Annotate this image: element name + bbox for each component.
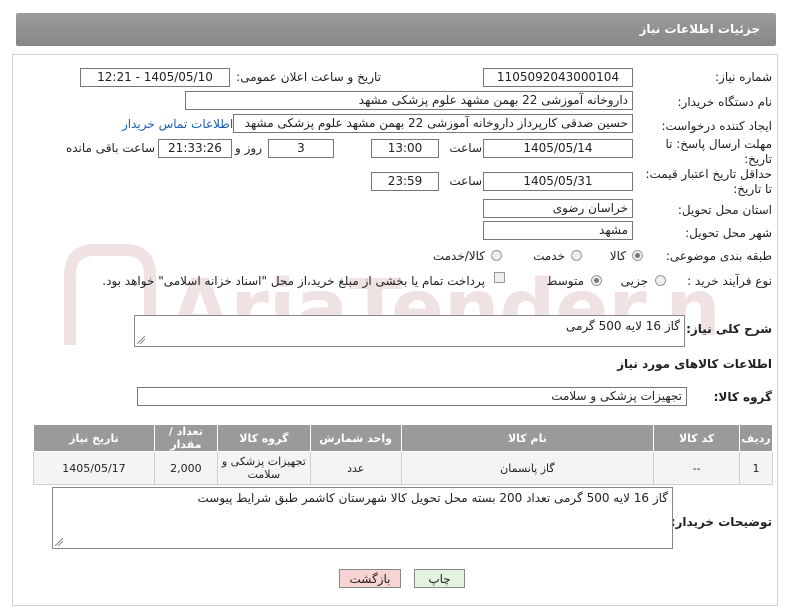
treasury-payment-checkbox[interactable] [494,272,505,283]
print-button[interactable]: چاپ [414,569,465,588]
price-valid-time-label: ساعت [449,174,482,188]
col-unit: واحد شمارش [309,424,402,452]
goods-section-title: اطلاعات کالاهای مورد نیاز [617,357,772,371]
buyer-notes-field: گاز 16 لایه 500 گرمی تعداد 200 بسته محل … [52,487,673,549]
category-option-goods: کالا [609,249,626,263]
reply-deadline-label-2: تاریخ: [744,152,772,166]
category-radio-goods[interactable] [632,250,643,261]
cell-code: -- [653,451,741,485]
cell-row: 1 [739,451,773,485]
remaining-time-field: 21:33:26 [158,139,232,158]
title-bar: جزئیات اطلاعات نیاز [16,13,776,46]
summary-field: گاز 16 لایه 500 گرمی [134,315,685,347]
creator-label: ایجاد کننده درخواست: [661,119,772,133]
city-field: مشهد [483,221,633,240]
process-option-minor: جزیی [620,274,648,288]
resize-grip-icon [137,336,145,344]
cell-unit: عدد [309,451,402,485]
items-table-header: ردیف کد کالا نام کالا واحد شمارش گروه کا… [33,424,773,452]
cell-name: گاز پانسمان [400,451,655,485]
page-title: جزئیات اطلاعات نیاز [639,22,760,36]
cell-qty: 2,000 [153,451,218,485]
items-table: ردیف کد کالا نام کالا واحد شمارش گروه کا… [33,424,773,485]
price-valid-time-field: 23:59 [371,172,439,191]
need-number-label: شماره نیاز: [715,70,772,84]
category-radio-service[interactable] [571,250,582,261]
cell-date: 1405/05/17 [33,451,155,485]
back-button[interactable]: بازگشت [339,569,401,588]
treasury-payment-note: پرداخت تمام یا بخشی از مبلغ خرید،از محل … [102,274,485,288]
reply-time-label: ساعت [449,141,482,155]
process-option-medium: متوسط [546,274,584,288]
summary-label: شرح کلی نیاز: [686,322,772,336]
process-label: نوع فرآیند خرید : [687,274,772,288]
reply-date-field: 1405/05/14 [483,139,633,158]
buyer-org-label: نام دستگاه خریدار: [677,95,773,109]
price-valid-date-field: 1405/05/31 [483,172,633,191]
city-label: شهر محل تحویل: [685,226,772,240]
category-radio-both[interactable] [491,250,502,261]
price-valid-label-1: حداقل تاریخ اعتبار قیمت: [645,167,772,181]
col-code: کد کالا [653,424,741,452]
col-row: ردیف [739,424,773,452]
category-label: طبقه بندی موضوعی: [665,249,772,263]
goods-group-field: تجهیزات پزشکی و سلامت [137,387,687,406]
buyer-notes-label: توضیحات خریدار: [670,515,772,529]
reply-deadline-label-1: مهلت ارسال پاسخ: تا [665,137,772,151]
process-radio-medium[interactable] [591,275,602,286]
category-option-both: کالا/خدمت [432,249,485,263]
province-field: خراسان رضوی [483,199,633,218]
resize-grip-icon [55,538,63,546]
col-qty: تعداد / مقدار [153,424,218,452]
table-row: 1 -- گاز پانسمان عدد تجهیزات پزشکی و سلا… [33,451,773,485]
price-valid-label-2: تا تاریخ: [733,182,772,196]
buyer-contact-link[interactable]: اطلاعات تماس خریدار [122,117,233,131]
need-number-field: 1105092043000104 [483,68,633,87]
col-group: گروه کالا [216,424,311,452]
province-label: استان محل تحویل: [677,203,772,217]
goods-group-label: گروه کالا: [713,390,772,404]
announce-label: تاریخ و ساعت اعلان عمومی: [236,70,381,84]
process-radio-minor[interactable] [655,275,666,286]
remaining-label: ساعت باقی مانده [65,141,155,155]
creator-field: حسین صدقی کارپرداز داروخانه آموزشی 22 به… [233,114,633,133]
page-header: جزئیات اطلاعات نیاز [0,0,788,52]
days-field: 3 [268,139,334,158]
days-label: روز و [235,141,262,155]
col-date: تاریخ نیاز [33,424,155,452]
announce-field: 1405/05/10 - 12:21 [80,68,230,87]
category-option-service: خدمت [533,249,565,263]
buyer-org-field: داروخانه آموزشی 22 بهمن مشهد علوم پزشکی … [185,91,633,110]
col-name: نام کالا [400,424,655,452]
reply-time-field: 13:00 [371,139,439,158]
cell-group: تجهیزات پزشکی و سلامت [216,451,311,485]
